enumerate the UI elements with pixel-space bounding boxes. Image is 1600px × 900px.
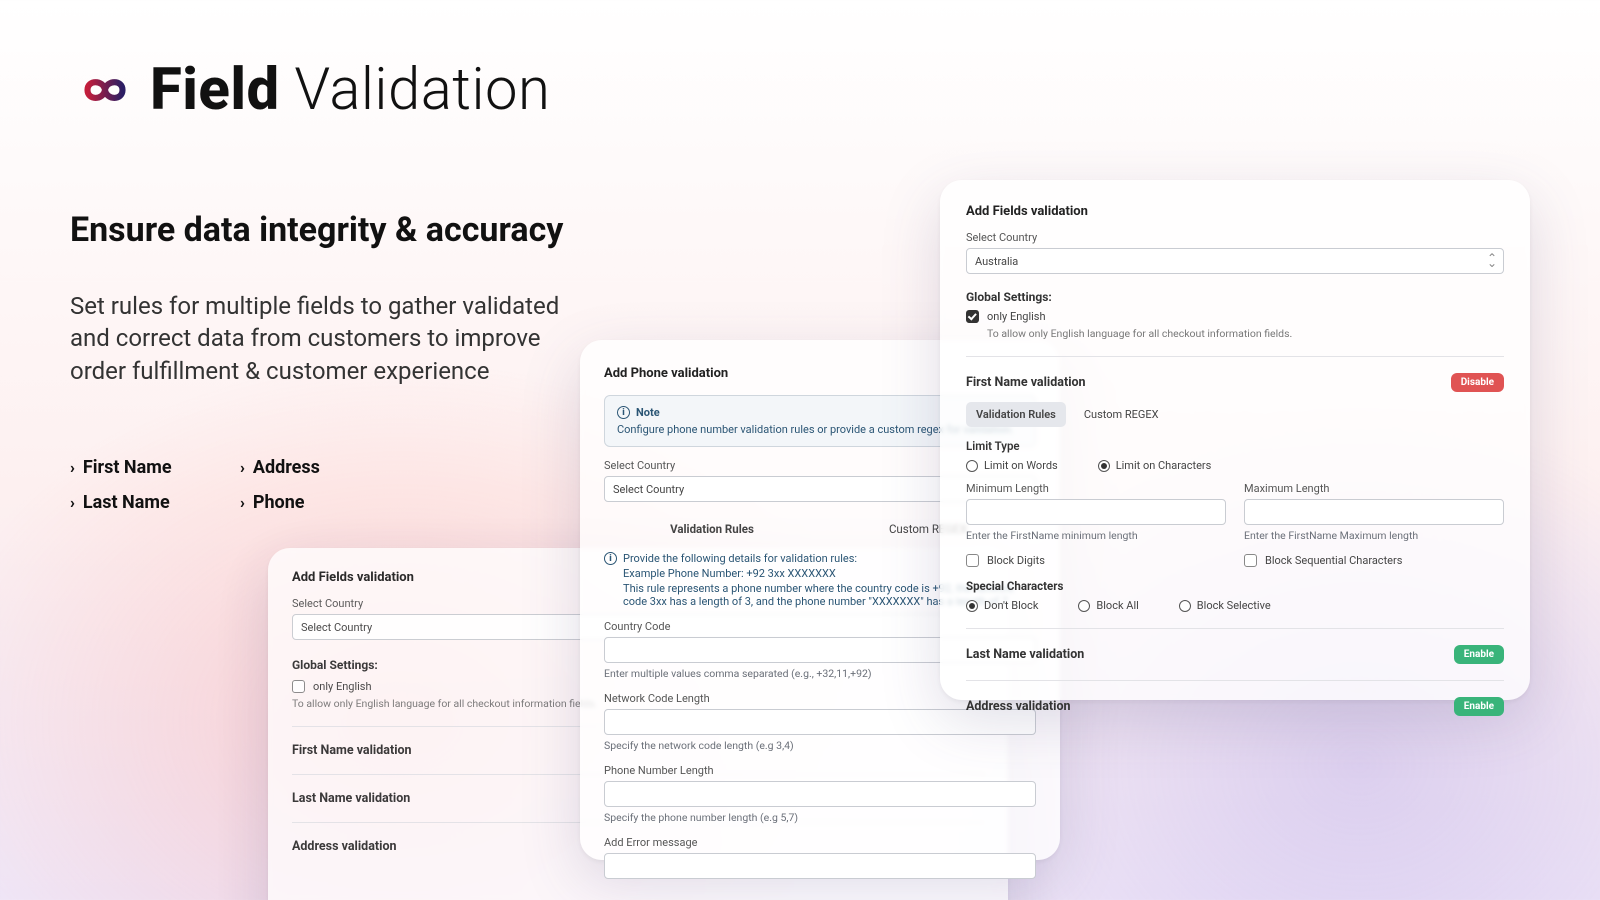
divider [966, 680, 1504, 681]
bullet-last-name: › Last Name [70, 492, 230, 513]
tab-validation-rules[interactable]: Validation Rules [966, 402, 1066, 427]
radio-icon [1179, 600, 1191, 612]
address-row-title: Address validation [292, 839, 397, 854]
only-english-hint: To allow only English language for all c… [987, 327, 1504, 340]
only-english-label: only English [313, 680, 372, 693]
sc-all-label: Block All [1096, 599, 1138, 612]
checkbox-icon [966, 554, 979, 567]
limit-chars-radio[interactable]: Limit on Characters [1098, 459, 1212, 472]
info-icon: i [604, 552, 617, 565]
brand-logo: Field Validation [70, 56, 820, 124]
chevron-right-icon: › [240, 458, 245, 477]
checkbox-icon [292, 680, 305, 693]
chevron-right-icon: › [240, 493, 245, 512]
bullet-label: First Name [83, 457, 172, 478]
brand-name: Field Validation [150, 56, 550, 124]
phone-number-length-label: Phone Number Length [604, 764, 1036, 777]
bullet-phone: › Phone [240, 492, 400, 513]
first-name-heading: First Name validation [966, 375, 1086, 390]
only-english-checkbox[interactable]: only English [966, 310, 1504, 323]
checkbox-checked-icon [966, 310, 979, 323]
max-length-input[interactable] [1244, 499, 1504, 525]
country-label: Select Country [966, 231, 1504, 244]
select-handle-icon: ⌃⌄ [1487, 256, 1495, 266]
max-length-hint: Enter the FirstName Maximum length [1244, 529, 1504, 542]
phone-number-length-input[interactable] [604, 781, 1036, 807]
sc-block-selective-radio[interactable]: Block Selective [1179, 599, 1271, 612]
global-settings-heading: Global Settings: [966, 290, 1504, 304]
country-select[interactable]: Australia ⌃⌄ [966, 248, 1504, 274]
hero-tagline: Ensure data integrity & accuracy [70, 210, 820, 250]
max-length-label: Maximum Length [1244, 482, 1504, 495]
enable-button[interactable]: Enable [1454, 697, 1504, 716]
chevron-right-icon: › [70, 458, 75, 477]
limit-type-label: Limit Type [966, 439, 1504, 453]
bullet-first-name: › First Name [70, 457, 230, 478]
last-name-heading: Last Name validation [966, 647, 1084, 662]
country-select-value: Select Country [613, 483, 684, 496]
country-select-value: Australia [975, 255, 1018, 268]
sc-dont-block-radio[interactable]: Don't Block [966, 599, 1038, 612]
phone-number-length-hint: Specify the phone number length (e.g 5,7… [604, 811, 1036, 824]
note-heading: Note [636, 406, 660, 419]
error-message-input[interactable] [604, 853, 1036, 879]
first-name-row-title: First Name validation [292, 743, 412, 758]
brand-name-bold: Field [150, 56, 280, 124]
limit-words-label: Limit on Words [984, 459, 1058, 472]
divider [966, 628, 1504, 629]
min-length-hint: Enter the FirstName minimum length [966, 529, 1226, 542]
radio-icon [1078, 600, 1090, 612]
address-validation-row: Address validation Enable [966, 697, 1504, 716]
block-digits-checkbox[interactable]: Block Digits [966, 554, 1226, 567]
block-digits-label: Block Digits [987, 554, 1045, 567]
rules-line1: Provide the following details for valida… [623, 552, 857, 565]
bullet-label: Phone [253, 492, 305, 513]
min-length-input[interactable] [966, 499, 1226, 525]
checkbox-icon [1244, 554, 1257, 567]
radio-checked-icon [966, 600, 978, 612]
enable-button[interactable]: Enable [1454, 645, 1504, 664]
min-length-label: Minimum Length [966, 482, 1226, 495]
disable-button[interactable]: Disable [1451, 373, 1504, 392]
bullet-label: Address [253, 457, 320, 478]
panel-fields-validation-full: Add Fields validation Select Country Aus… [940, 180, 1530, 700]
limit-words-radio[interactable]: Limit on Words [966, 459, 1058, 472]
tab-custom-regex[interactable]: Custom REGEX [1074, 402, 1169, 427]
last-name-validation-row: Last Name validation Enable [966, 645, 1504, 664]
address-heading: Address validation [966, 699, 1071, 714]
block-sequential-checkbox[interactable]: Block Sequential Characters [1244, 554, 1504, 567]
tab-validation-rules[interactable]: Validation Rules [604, 516, 820, 542]
limit-chars-label: Limit on Characters [1116, 459, 1212, 472]
chevron-right-icon: › [70, 493, 75, 512]
radio-checked-icon [1098, 460, 1110, 472]
block-sequential-label: Block Sequential Characters [1265, 554, 1402, 567]
sc-sel-label: Block Selective [1197, 599, 1271, 612]
panel-title: Add Fields validation [966, 204, 1504, 219]
bullet-address: › Address [240, 457, 400, 478]
network-code-length-hint: Specify the network code length (e.g 3,4… [604, 739, 1036, 752]
firstname-tabs: Validation Rules Custom REGEX [966, 402, 1504, 427]
divider [966, 356, 1504, 357]
only-english-label: only English [987, 310, 1046, 323]
country-select-value: Select Country [301, 621, 372, 634]
special-characters-heading: Special Characters [966, 579, 1504, 593]
infinity-logo-icon [70, 68, 140, 112]
sc-block-all-radio[interactable]: Block All [1078, 599, 1138, 612]
bullet-label: Last Name [83, 492, 170, 513]
last-name-row-title: Last Name validation [292, 791, 410, 806]
hero-blurb: Set rules for multiple fields to gather … [70, 290, 590, 387]
info-icon: i [617, 406, 630, 419]
radio-icon [966, 460, 978, 472]
sc-dont-label: Don't Block [984, 599, 1038, 612]
error-message-label: Add Error message [604, 836, 1036, 849]
brand-name-light: Validation [280, 56, 551, 124]
first-name-validation-row: First Name validation Disable [966, 373, 1504, 392]
